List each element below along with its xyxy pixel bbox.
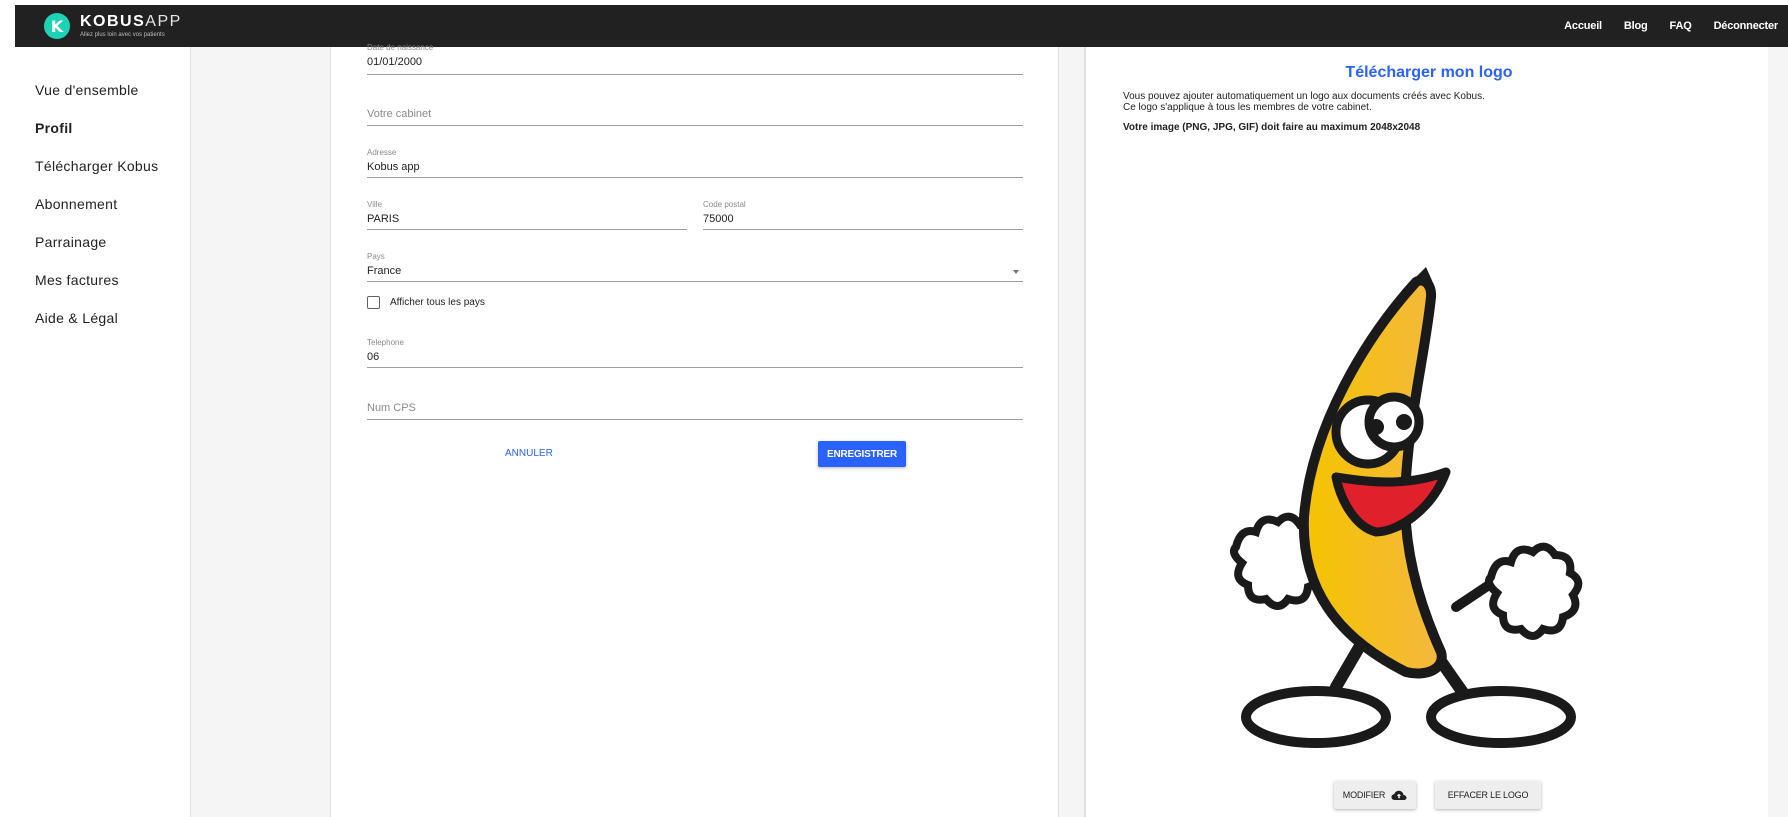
- clear-logo-button[interactable]: EFFACER LE LOGO: [1435, 781, 1541, 809]
- address-field[interactable]: Adresse Kobus app: [367, 148, 1023, 178]
- postal-code-field[interactable]: Code postal 75000: [703, 200, 1023, 230]
- phone-value: 06: [367, 351, 380, 363]
- brand-name: KOBUSAPP: [80, 13, 182, 30]
- city-label: Ville: [367, 200, 382, 209]
- sidebar-item-overview[interactable]: Vue d'ensemble: [35, 82, 139, 98]
- cabinet-field[interactable]: Votre cabinet: [367, 92, 1023, 126]
- country-label: Pays: [367, 252, 385, 261]
- birthdate-value: 01/01/2000: [367, 56, 423, 68]
- sidebar-item-download[interactable]: Télécharger Kobus: [35, 158, 158, 174]
- show-all-countries-label[interactable]: Afficher tous les pays: [390, 297, 485, 308]
- sidebar-item-referral[interactable]: Parrainage: [35, 234, 107, 250]
- postal-code-value: 75000: [703, 213, 734, 225]
- left-gutter: [190, 47, 330, 817]
- nav-accueil-link[interactable]: Accueil: [1564, 20, 1602, 32]
- clear-logo-label: EFFACER LE LOGO: [1447, 790, 1529, 800]
- modify-logo-button[interactable]: MODIFIER: [1334, 781, 1416, 809]
- city-value: PARIS: [367, 213, 400, 225]
- page: K KOBUSAPP Allez plus loin avec vos pati…: [0, 0, 1788, 817]
- logo-panel-title: Télécharger mon logo: [1345, 64, 1513, 81]
- right-gutter: [1768, 47, 1788, 817]
- top-bar: K KOBUSAPP Allez plus loin avec vos pati…: [15, 5, 1788, 47]
- country-select[interactable]: Pays France: [367, 252, 1023, 282]
- phone-field[interactable]: Telephone 06: [367, 338, 1023, 368]
- sidebar-item-profile[interactable]: Profil: [35, 120, 73, 136]
- nav-logout-link[interactable]: Déconnecter: [1714, 20, 1779, 32]
- cabinet-placeholder: Votre cabinet: [367, 108, 432, 120]
- nav-faq-link[interactable]: FAQ: [1670, 20, 1692, 32]
- brand[interactable]: K KOBUSAPP Allez plus loin avec vos pati…: [44, 13, 182, 39]
- postal-code-label: Code postal: [703, 200, 746, 209]
- brand-logo-icon: K: [44, 13, 70, 39]
- middle-gutter: [1058, 47, 1085, 817]
- profile-form: Date de naissance 01/01/2000 Votre cabin…: [330, 43, 1058, 817]
- logo-panel: Télécharger mon logo Vous pouvez ajouter…: [1085, 47, 1768, 817]
- logo-desc-line2: Ce logo s'applique à tous les membres de…: [1123, 102, 1372, 113]
- brand-text: KOBUSAPP Allez plus loin avec vos patien…: [80, 13, 182, 39]
- birthdate-label: Date de naissance: [367, 43, 434, 52]
- cps-placeholder: Num CPS: [367, 402, 416, 414]
- address-value: Kobus app: [367, 161, 420, 173]
- show-all-countries-checkbox[interactable]: [367, 296, 380, 309]
- show-all-countries-row: Afficher tous les pays: [367, 296, 485, 309]
- sidebar: Vue d'ensemble Profil Télécharger Kobus …: [15, 47, 190, 817]
- cancel-button[interactable]: ANNULER: [505, 448, 553, 459]
- country-value: France: [367, 265, 402, 277]
- nav-blog-link[interactable]: Blog: [1624, 20, 1648, 32]
- top-nav: Accueil Blog FAQ Déconnecter: [1564, 20, 1778, 32]
- city-field[interactable]: Ville PARIS: [367, 200, 687, 230]
- modify-logo-label: MODIFIER: [1342, 790, 1386, 800]
- phone-label: Telephone: [367, 338, 404, 347]
- brand-tagline: Allez plus loin avec vos patients: [80, 32, 165, 38]
- birthdate-field[interactable]: Date de naissance 01/01/2000: [367, 43, 1023, 75]
- save-button[interactable]: ENREGISTRER: [818, 441, 906, 467]
- cloud-upload-icon: [1391, 790, 1407, 800]
- chevron-down-icon: [1013, 270, 1019, 274]
- uploaded-logo-image: [1230, 267, 1583, 748]
- sidebar-item-subscription[interactable]: Abonnement: [35, 196, 117, 212]
- logo-requirement: Votre image (PNG, JPG, GIF) doit faire a…: [1123, 122, 1421, 133]
- cps-field[interactable]: Num CPS: [367, 388, 1023, 420]
- sidebar-item-help[interactable]: Aide & Légal: [35, 310, 118, 326]
- sidebar-item-invoices[interactable]: Mes factures: [35, 272, 119, 288]
- address-label: Adresse: [367, 148, 397, 157]
